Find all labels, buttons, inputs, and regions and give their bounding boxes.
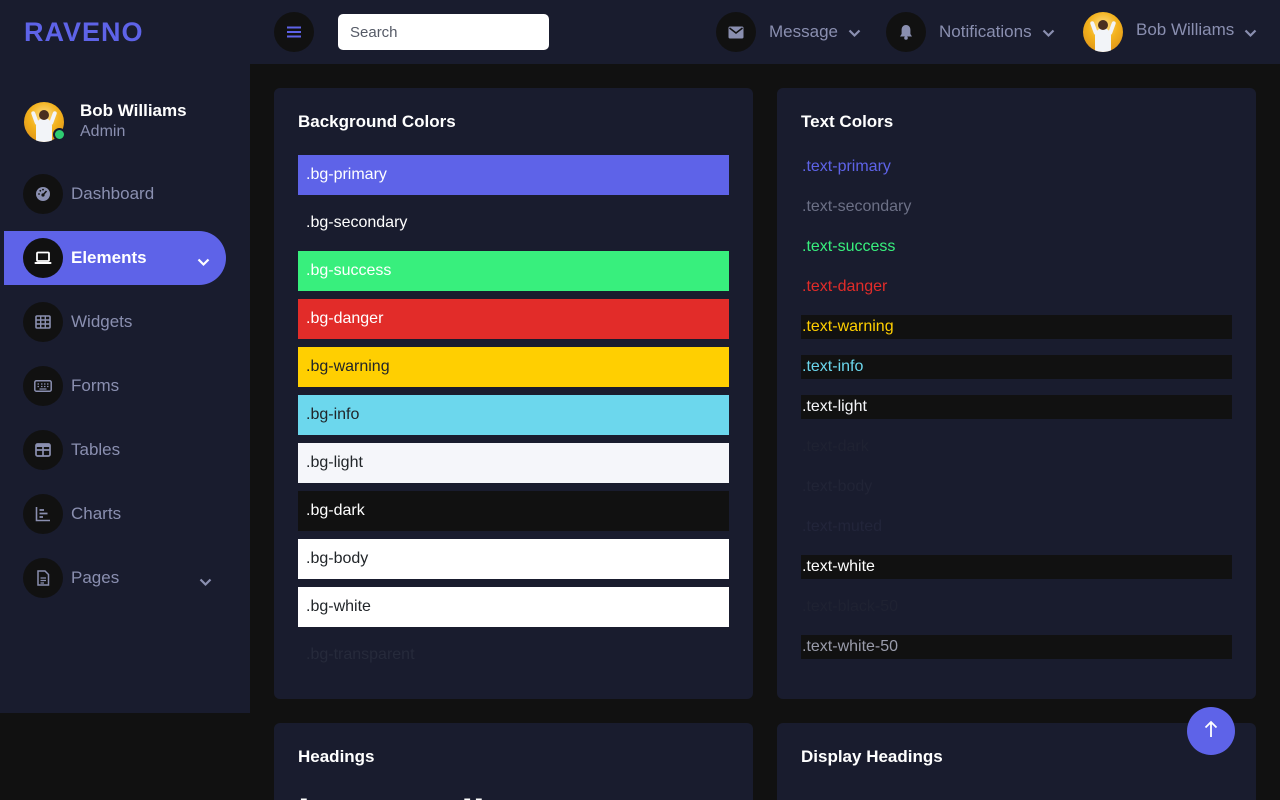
sidebar-item-tables[interactable]: Tables (0, 423, 250, 477)
sidebar-item-label: Forms (71, 376, 120, 395)
text-color-row: .text-body (802, 478, 873, 495)
laptop-icon (23, 238, 63, 278)
sidebar-item-label: Dashboard (71, 184, 155, 203)
notifications-dropdown[interactable]: Notifications (886, 12, 1055, 52)
grid-icon (23, 302, 63, 342)
bg-color-row: .bg-body (298, 539, 729, 579)
sidebar: RAVENO Bob Williams Admin Dashboard Elem… (0, 0, 250, 713)
user-dropdown[interactable]: Bob Williams (1083, 12, 1257, 52)
text-color-row: .text-black-50 (802, 598, 899, 615)
bg-color-row: .bg-info (298, 395, 729, 435)
text-color-row: .text-info (801, 355, 1232, 379)
user-menu-label: Bob Williams (1136, 20, 1235, 39)
bg-color-row: .bg-transparent (306, 646, 415, 663)
chevron-down-icon (848, 23, 861, 42)
text-colors-card: Text Colors .text-primary .text-secondary… (777, 88, 1256, 699)
text-color-row: .text-primary (802, 158, 891, 175)
heading-h1-sample: h1. Heading (298, 791, 536, 800)
user-role: Admin (80, 123, 126, 140)
gauge-icon (23, 174, 63, 214)
scroll-to-top-button[interactable] (1187, 707, 1235, 755)
bell-icon (886, 12, 926, 52)
bg-color-row: .bg-danger (298, 299, 729, 339)
keyboard-icon (23, 366, 63, 406)
text-color-row: .text-white-50 (801, 635, 1232, 659)
card-title: Background Colors (298, 112, 456, 131)
online-status-dot (53, 128, 66, 141)
topbar: Message Notifications Bob Williams (250, 0, 1280, 64)
text-color-row: .text-warning (801, 315, 1232, 339)
text-color-row: .text-danger (802, 278, 888, 295)
sidebar-user[interactable]: Bob Williams Admin (24, 100, 187, 143)
background-colors-card: Background Colors .bg-primary .bg-seconda… (274, 88, 753, 699)
file-icon (23, 558, 63, 598)
chevron-down-icon (197, 252, 210, 271)
sidebar-item-widgets[interactable]: Widgets (0, 295, 250, 349)
bg-color-row: .bg-secondary (298, 203, 729, 243)
sidebar-nav: Dashboard Elements Widgets Forms Tables … (0, 167, 250, 615)
chevron-down-icon (199, 572, 212, 591)
message-label: Message (769, 22, 838, 41)
bg-color-row: .bg-warning (298, 347, 729, 387)
text-color-row: .text-white (801, 555, 1232, 579)
sidebar-item-label: Elements (71, 248, 147, 267)
hamburger-icon (287, 23, 301, 42)
sidebar-item-label: Charts (71, 504, 122, 523)
chevron-down-icon (1244, 23, 1257, 42)
brand-logo[interactable]: RAVENO (24, 17, 144, 48)
brand-bar: RAVENO (0, 0, 250, 64)
sidebar-item-dashboard[interactable]: Dashboard (0, 167, 250, 221)
text-color-row: .text-secondary (802, 198, 912, 215)
bg-color-row: .bg-white (298, 587, 729, 627)
bg-color-row: .bg-dark (298, 491, 729, 531)
menu-toggle-button[interactable] (274, 12, 314, 52)
sidebar-item-elements[interactable]: Elements (4, 231, 226, 285)
sidebar-item-label: Tables (71, 440, 121, 459)
envelope-icon (716, 12, 756, 52)
search-input[interactable] (338, 14, 549, 50)
user-name: Bob Williams (80, 101, 187, 120)
notifications-label: Notifications (939, 22, 1032, 41)
avatar (1083, 12, 1123, 52)
bg-color-row: .bg-light (298, 443, 729, 483)
bg-color-row: .bg-primary (298, 155, 729, 195)
message-dropdown[interactable]: Message (716, 12, 861, 52)
text-color-row: .text-success (802, 238, 896, 255)
sidebar-item-forms[interactable]: Forms (0, 359, 250, 413)
text-color-row: .text-dark (802, 438, 869, 455)
sidebar-item-charts[interactable]: Charts (0, 487, 250, 541)
card-title: Text Colors (801, 112, 894, 131)
table-icon (23, 430, 63, 470)
display-headings-card: Display Headings (777, 723, 1256, 800)
text-color-row: .text-light (801, 395, 1232, 419)
card-title: Display Headings (801, 747, 943, 766)
text-color-row: .text-muted (802, 518, 883, 535)
sidebar-item-label: Widgets (71, 312, 133, 331)
chevron-down-icon (1042, 23, 1055, 42)
card-title: Headings (298, 747, 375, 766)
bg-color-row: .bg-success (298, 251, 729, 291)
chart-bar-icon (23, 494, 63, 534)
sidebar-item-label: Pages (71, 568, 120, 587)
arrow-up-icon (1204, 720, 1218, 742)
sidebar-item-pages[interactable]: Pages (0, 551, 250, 605)
headings-card: Headings h1. Heading (274, 723, 753, 800)
